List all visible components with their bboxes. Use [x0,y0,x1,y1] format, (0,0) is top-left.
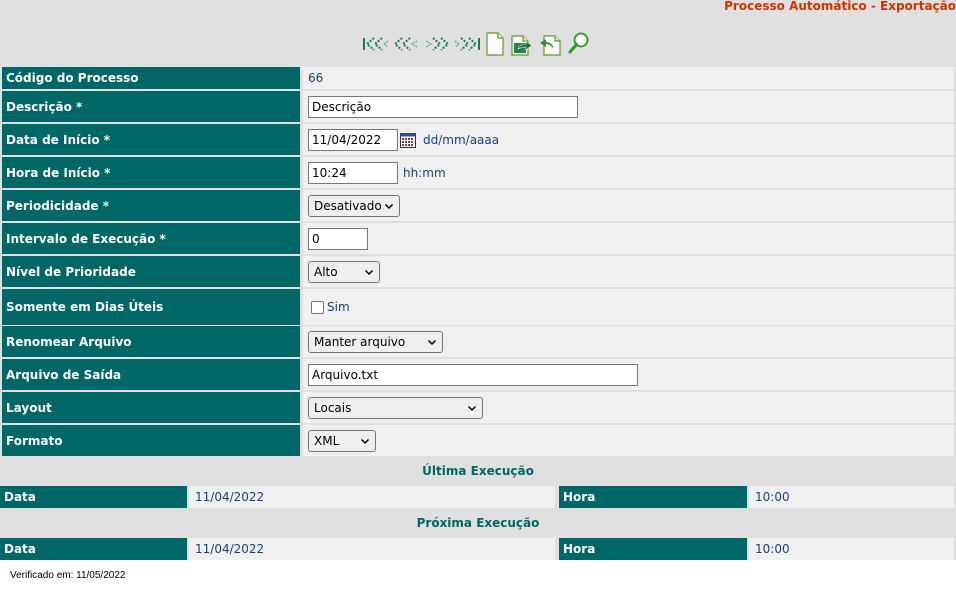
proxima-hora-label: Hora [559,538,747,560]
descricao-label: Descrição * [2,91,300,122]
previous-page-icon[interactable] [392,31,420,57]
renomear-select[interactable]: Manter arquivo [308,330,443,353]
row-prioridade: Nível de Prioridade Alto [2,256,954,287]
row-codigo: Código do Processo 66 [2,67,954,89]
row-renomear: Renomear Arquivo Manter arquivo [2,326,954,357]
dias-uteis-option-label[interactable]: Sim [327,300,350,314]
formato-select[interactable]: XML [308,429,376,452]
hora-format-hint: hh:mm [403,165,446,180]
chevron-down-icon [384,203,394,209]
row-descricao: Descrição * [2,91,954,122]
chevron-down-icon [360,438,370,444]
ultima-hora-label: Hora [559,486,747,508]
chevron-down-icon [467,405,477,411]
proxima-execucao-heading: Próxima Execução [416,516,540,530]
prioridade-selected: Alto [314,264,338,279]
intervalo-label: Intervalo de Execução * [2,223,300,254]
arquivo-saida-label: Arquivo de Saída [2,359,300,390]
ultima-data-label: Data [0,486,187,508]
codigo-value: 66 [308,71,324,85]
chevron-down-icon [364,269,374,275]
data-format-hint: dd/mm/aaaa [423,132,500,147]
proxima-data-label: Data [0,538,187,560]
row-formato: Formato XML [2,425,954,456]
layout-selected: Locais [314,400,352,415]
chevron-down-icon [427,339,437,345]
row-hora-inicio: Hora de Início * hh:mm [2,157,954,188]
calendar-icon[interactable] [400,132,416,148]
hora-inicio-input[interactable] [308,161,398,184]
ultima-execucao-heading: Última Execução [422,464,534,478]
formato-label: Formato [2,425,300,456]
undo-document-icon[interactable] [538,31,564,57]
page-title: Processo Automático - Exportação [724,0,956,13]
data-inicio-label: Data de Início * [2,124,300,155]
search-icon[interactable] [567,31,591,57]
descricao-input[interactable] [308,95,578,118]
row-layout: Layout Locais [2,392,954,423]
row-dias-uteis: Somente em Dias Úteis Sim [2,289,954,325]
formato-selected: XML [314,433,340,448]
data-inicio-input[interactable] [308,128,398,151]
hora-inicio-label: Hora de Início * [2,157,300,188]
new-document-icon[interactable] [484,31,506,57]
toolbar [362,31,591,57]
ultima-execucao-row: Data 11/04/2022 Hora 10:00 [0,486,956,508]
proxima-execucao-row: Data 11/04/2022 Hora 10:00 [0,538,956,560]
ultima-data-value: 11/04/2022 [189,486,555,508]
verified-date: Verificado em: 11/05/2022 [10,570,126,581]
intervalo-input[interactable] [308,227,368,250]
dias-uteis-label: Somente em Dias Úteis [2,289,300,325]
row-data-inicio: Data de Início * dd/mm/aaaa [2,124,954,155]
periodicidade-selected: Desativado [314,198,382,213]
proxima-hora-value: 10:00 [749,538,954,560]
export-document-icon[interactable] [509,31,535,57]
next-page-icon[interactable] [423,31,451,57]
periodicidade-label: Periodicidade * [2,190,300,221]
renomear-label: Renomear Arquivo [2,326,300,357]
first-page-icon[interactable] [362,31,389,57]
periodicidade-select[interactable]: Desativado [308,194,400,217]
arquivo-saida-input[interactable] [308,363,638,386]
layout-label: Layout [2,392,300,423]
codigo-label: Código do Processo [2,67,300,89]
prioridade-label: Nível de Prioridade [2,256,300,287]
main-panel: Processo Automático - Exportação Código … [0,0,956,560]
prioridade-select[interactable]: Alto [308,260,380,283]
layout-select[interactable]: Locais [308,396,483,419]
row-arquivo-saida: Arquivo de Saída [2,359,954,390]
row-intervalo: Intervalo de Execução * [2,223,954,254]
ultima-hora-value: 10:00 [749,486,954,508]
dias-uteis-checkbox[interactable] [311,300,324,314]
row-periodicidade: Periodicidade * Desativado [2,190,954,221]
renomear-selected: Manter arquivo [314,334,406,349]
last-page-icon[interactable] [454,31,481,57]
proxima-data-value: 11/04/2022 [189,538,555,560]
